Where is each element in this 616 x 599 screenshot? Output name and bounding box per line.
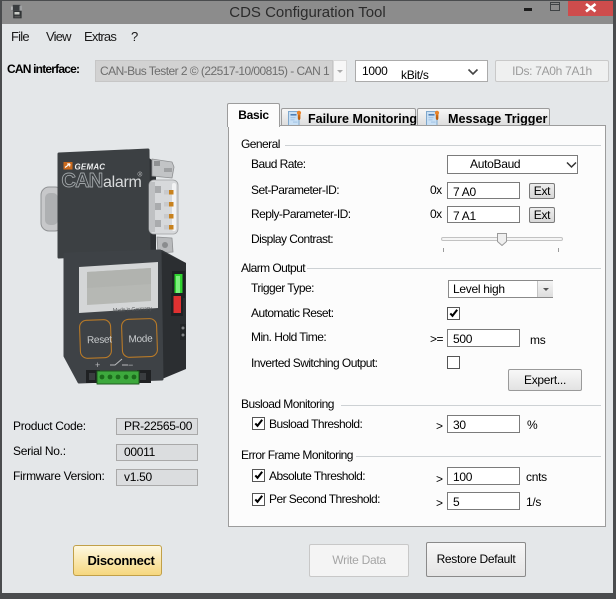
svg-text:alarm: alarm xyxy=(103,174,142,191)
svg-text:Reset: Reset xyxy=(87,334,113,346)
svg-text:®: ® xyxy=(138,171,143,179)
svg-text:−: − xyxy=(128,360,133,370)
svg-text:+: + xyxy=(95,360,100,370)
svg-text:Mode: Mode xyxy=(128,334,153,346)
svg-text:CAN: CAN xyxy=(62,170,103,192)
